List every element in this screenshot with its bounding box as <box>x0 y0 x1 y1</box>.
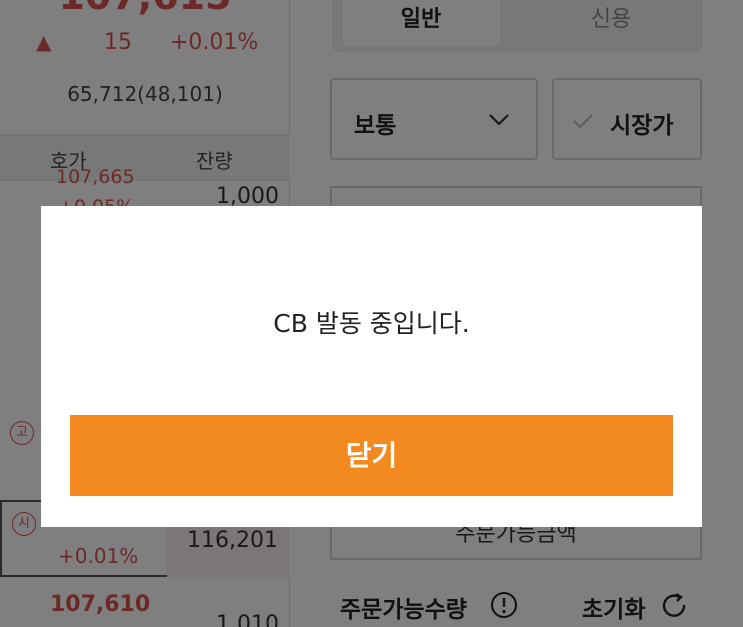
close-button[interactable]: 닫기 <box>70 415 673 496</box>
dialog-message: CB 발동 중입니다. <box>273 309 470 338</box>
cb-alert-dialog: CB 발동 중입니다. 닫기 <box>41 206 702 527</box>
